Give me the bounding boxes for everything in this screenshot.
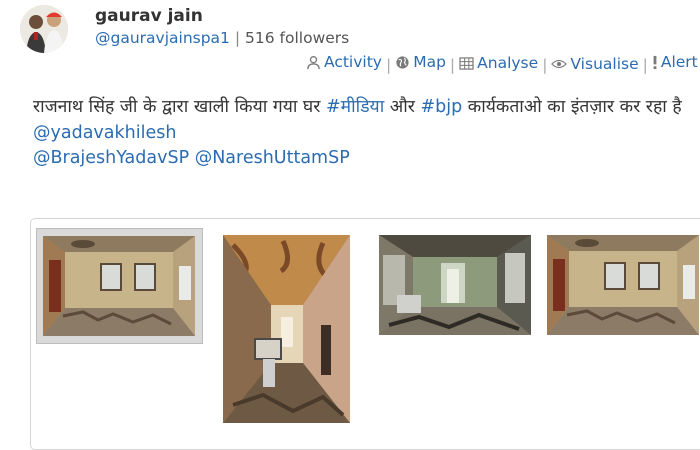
globe-icon: [396, 55, 409, 69]
alert-button[interactable]: Alert: [652, 52, 698, 72]
abandoned-corridor-photo: [223, 235, 350, 423]
handle-separator: |: [234, 29, 241, 47]
tweet-text-part: कार्यकताओ का इंतज़ार कर रहा है: [462, 97, 682, 117]
analyse-label: Analyse: [477, 54, 539, 72]
table-icon: [459, 56, 474, 70]
hashtag-media[interactable]: #मीडिया: [326, 97, 384, 117]
analyse-button[interactable]: Analyse: [459, 53, 538, 73]
tweet-text-part: राजनाथ सिंह जी के द्वारा खाली किया गया घ…: [33, 97, 326, 117]
user-icon: [307, 55, 320, 69]
author-block: gaurav jain @gauravjainspa1 | 516 follow…: [95, 6, 349, 48]
visualise-button[interactable]: Visualise: [551, 54, 639, 74]
action-divider: |: [542, 55, 548, 74]
tweet-body: राजनाथ सिंह जी के द्वारा खाली किया गया घ…: [33, 95, 688, 172]
mention-brajeshyadavsp[interactable]: @BrajeshYadavSP: [33, 148, 189, 168]
action-bar: Activity | Map | Analyse | Visualise | A…: [306, 52, 698, 75]
map-button[interactable]: Map: [395, 52, 446, 72]
activity-label: Activity: [324, 53, 382, 71]
tweet-text-part: और: [384, 97, 421, 117]
media-thumbnail[interactable]: [547, 235, 699, 335]
mention-yadavakhilesh[interactable]: @yadavakhilesh: [33, 123, 176, 143]
mention-line: @BrajeshYadavSP @NareshUttamSP: [33, 146, 688, 172]
action-divider: |: [385, 55, 392, 74]
display-name[interactable]: gaurav jain: [95, 6, 349, 26]
abandoned-room-photo: [547, 235, 699, 335]
media-gallery: [30, 218, 700, 450]
visualise-label: Visualise: [570, 54, 639, 73]
eye-icon: [551, 59, 568, 68]
map-label: Map: [413, 53, 446, 71]
alert-label: Alert: [660, 53, 698, 71]
avatar-image: [20, 5, 68, 53]
media-thumbnail[interactable]: [223, 235, 350, 423]
activity-button[interactable]: Activity: [306, 52, 382, 72]
avatar[interactable]: [20, 5, 68, 53]
tweet-text: राजनाथ सिंह जी के द्वारा खाली किया गया घ…: [33, 95, 688, 121]
mention-nareshuttamsp[interactable]: @NareshUttamSP: [195, 148, 350, 168]
follower-count: 516 followers: [245, 29, 350, 47]
media-thumbnail[interactable]: [379, 235, 531, 335]
mention-line: @yadavakhilesh: [33, 121, 688, 147]
exclamation-icon: [653, 55, 657, 69]
user-handle[interactable]: @gauravjainspa1: [95, 29, 230, 47]
hashtag-bjp[interactable]: #bjp: [420, 97, 462, 117]
media-thumbnail[interactable]: [36, 228, 203, 344]
abandoned-room-photo: [43, 236, 195, 336]
action-divider: |: [449, 55, 456, 74]
action-divider: |: [642, 55, 648, 74]
handle-line: @gauravjainspa1 | 516 followers: [95, 29, 349, 48]
damaged-room-photo: [379, 235, 531, 335]
